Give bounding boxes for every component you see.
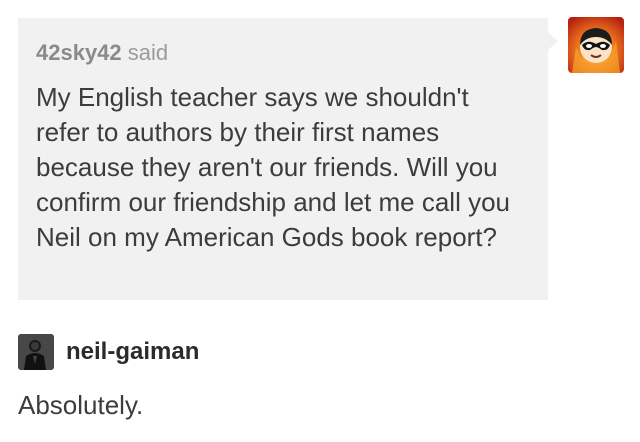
asker-line: 42sky42 said xyxy=(36,38,532,68)
answerer-avatar[interactable] xyxy=(18,334,54,370)
ask-box: 42sky42 said My English teacher says we … xyxy=(18,18,548,300)
question-text: My English teacher says we shouldn't ref… xyxy=(36,82,511,252)
asker-name[interactable]: 42sky42 xyxy=(36,40,122,65)
masked-face-avatar-icon xyxy=(568,17,624,73)
ask-pointer xyxy=(548,32,558,50)
answerer-row: neil-gaiman xyxy=(18,332,199,372)
author-portrait-icon xyxy=(18,334,54,370)
said-label: said xyxy=(127,40,169,65)
answer-text: Absolutely. xyxy=(18,390,144,420)
answerer-name[interactable]: neil-gaiman xyxy=(66,338,199,366)
asker-avatar[interactable] xyxy=(568,17,624,73)
